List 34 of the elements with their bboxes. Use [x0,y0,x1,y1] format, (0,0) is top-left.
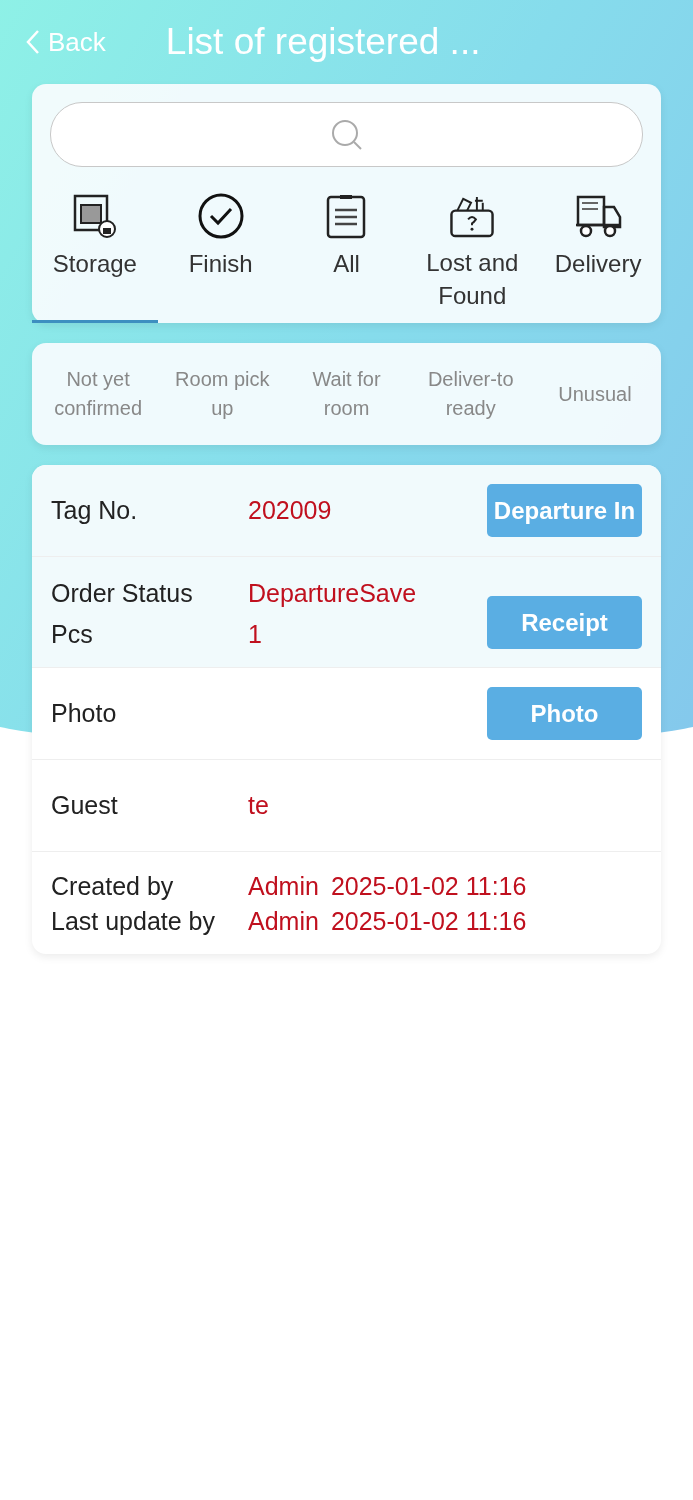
category-tab[interactable]: Lost and Found [409,193,536,323]
field-label: Guest [51,791,119,820]
category-tab[interactable]: Storage [32,193,158,323]
user-name: Admin [248,907,319,936]
category-tab[interactable]: All [283,193,410,323]
field-label: Last update by [51,907,216,936]
timestamp: 2025-01-02 11:16 [330,872,527,901]
category-tab[interactable]: Finish [157,193,284,323]
user-name: Admin [248,872,319,901]
field-label: Pcs [51,620,94,649]
field-value: 202009 [248,496,332,525]
field-value: te [248,791,269,820]
status-filter[interactable]: Room pick up [160,365,285,423]
page-title: List of registered ... [165,21,481,63]
status-filter[interactable]: Unusual [532,365,657,423]
back-chevron-icon [26,29,40,55]
action-button[interactable]: Receipt [487,596,642,649]
action-button[interactable]: Departure In [487,484,642,537]
timestamp: 2025-01-02 11:16 [330,907,527,936]
status-filter[interactable]: Wait for room [284,365,409,423]
category-tab[interactable]: Delivery [535,193,661,323]
field-label: Order Status [51,579,194,608]
field-label: Photo [51,699,118,728]
field-label: Created by [51,872,175,901]
check-circle-icon [197,193,244,239]
field-value: DepartureSave [248,579,417,608]
field-label: Tag No. [51,496,139,525]
field-value: 1 [248,620,262,649]
status-filter[interactable]: Not yet confirmed [36,365,161,423]
status-filter[interactable]: Deliver-to ready [408,365,533,423]
locked-box-icon [71,193,118,239]
action-button[interactable]: Photo [487,687,642,740]
truck-icon [574,193,623,239]
search-icon [329,117,364,152]
